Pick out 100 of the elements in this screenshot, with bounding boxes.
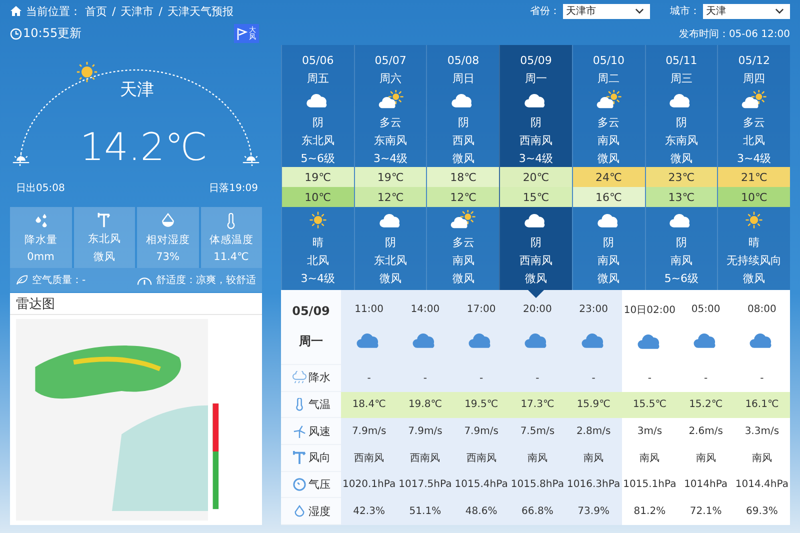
water-drop-icon <box>292 504 306 518</box>
day-date: 05/10 <box>592 52 626 68</box>
high-temperature: 24℃ <box>572 167 645 187</box>
table-cell: 19.5℃ <box>453 392 510 418</box>
low-temperature: 10℃ <box>282 187 354 207</box>
hour-time: 05:00 <box>691 304 720 315</box>
day-wind-direction: 北风 <box>742 132 766 148</box>
table-cell: 42.3% <box>341 498 398 525</box>
day-column[interactable]: 05/10 周二 多云 南风 微风 24℃ 16℃ 阴 南风 微风 <box>572 45 645 290</box>
table-cell-text: - <box>703 372 709 386</box>
night-wind-level: 微风 <box>742 270 766 286</box>
day-weather: 多云 <box>742 114 766 130</box>
night-wind-level: 3~4级 <box>300 270 336 286</box>
gauge-icon <box>292 478 306 491</box>
dropdown-field[interactable]: 天津 <box>703 4 790 18</box>
low-temperature: 10℃ <box>718 187 790 207</box>
breadcrumb-link[interactable]: 天津天气预报 <box>167 4 234 18</box>
night-wind-direction: 北风 <box>306 252 330 268</box>
day-column[interactable]: 05/06 周五 阴 东北风 5~6级 19℃ 10℃ 晴 北风 3~4级 <box>281 45 354 290</box>
sunrise-icon <box>12 153 30 165</box>
droplets-icon <box>32 212 49 228</box>
table-cell-text: 南风 <box>750 452 773 466</box>
table-cell: 15.2℃ <box>678 392 734 418</box>
high-temperature: 21℃ <box>718 167 790 187</box>
night-weather: 阴 <box>674 234 688 250</box>
stat-label: 东北风 <box>88 232 121 246</box>
table-cell: 19.8℃ <box>397 392 454 418</box>
night-wind-level: 微风 <box>378 270 403 286</box>
stat-label: 体感温度 <box>209 232 254 246</box>
day-column[interactable]: 05/07 周六 多云 东南风 3~4级 19℃ 12℃ 阴 东北风 微风 <box>354 45 426 290</box>
stat-label: 相对湿度 <box>146 232 190 246</box>
table-cell: - <box>341 365 398 392</box>
night-wind-direction: 东北风 <box>373 252 408 268</box>
high-temperature: 23℃ <box>646 167 718 187</box>
table-cell-text: - <box>759 372 765 386</box>
night-wind-direction: 无持续风向 <box>726 252 783 268</box>
clock-icon <box>10 28 22 40</box>
table-cell: 7.5m/s <box>509 418 566 445</box>
day-date: 05/07 <box>374 52 408 68</box>
table-cell: 7.9m/s <box>341 418 398 445</box>
table-cell: 1015.4hPa <box>453 472 510 498</box>
night-weather: 多云 <box>451 234 476 250</box>
table-cell: 7.9m/s <box>453 418 510 445</box>
caret-icon <box>635 8 644 14</box>
row-label: 湿度 <box>308 504 330 519</box>
row-label: 气压 <box>308 476 330 492</box>
day-weather: 多云 <box>596 114 621 130</box>
day-wind-direction: 东南风 <box>664 132 699 148</box>
home-icon <box>10 5 22 17</box>
wind-vane-icon <box>292 451 306 464</box>
breadcrumb-link[interactable]: 首页 <box>85 4 107 18</box>
row-label: 降水 <box>308 370 330 386</box>
low-temperature: 12℃ <box>427 187 500 207</box>
table-cell-text: 1015.1hPa <box>622 478 678 492</box>
breadcrumb-separator: / <box>158 4 162 18</box>
current-temperature: 14.2℃ <box>80 125 208 169</box>
day-column[interactable]: 05/09 周一 阴 西南风 3~4级 20℃ 15℃ 阴 西南风 微风 <box>499 45 572 290</box>
day-wind-level: 3~4级 <box>372 150 409 166</box>
table-cell: 17.3℃ <box>509 392 566 418</box>
table-cell-text: 南风 <box>694 452 717 466</box>
high-temperature: 18℃ <box>427 167 500 187</box>
hour-time: 14:00 <box>410 304 440 315</box>
hour-time: 23:00 <box>579 304 608 315</box>
water-drop-icon <box>160 212 176 228</box>
low-temperature: 15℃ <box>500 187 572 207</box>
day-date: 05/11 <box>664 52 698 68</box>
stat-value: 73% <box>156 250 180 262</box>
day-wind-direction: 东南风 <box>373 132 408 148</box>
day-column[interactable]: 05/12 周四 多云 北风 3~4级 21℃ 10℃ 晴 无持续风向 微风 <box>717 45 790 290</box>
flag-icon <box>236 26 248 40</box>
leaf-icon <box>16 274 28 286</box>
day-wind-direction: 西风 <box>451 132 476 148</box>
breadcrumb-link[interactable]: 天津市 <box>120 4 154 18</box>
table-cell: 18.4℃ <box>341 392 398 418</box>
table-cell-text: 3.3m/s <box>744 425 780 440</box>
day-weather: 多云 <box>378 114 403 130</box>
day-column[interactable]: 05/11 周三 阴 东南风 微风 23℃ 13℃ 阴 南风 5~6级 <box>644 45 718 290</box>
day-weekday: 周三 <box>669 70 694 86</box>
stat-value: 0mm <box>27 250 54 262</box>
night-wind-direction: 南风 <box>451 252 476 268</box>
table-cell: - <box>566 365 622 392</box>
table-cell: 15.9℃ <box>566 392 622 418</box>
sunset-icon <box>242 153 260 165</box>
day-wind-direction: 东北风 <box>300 132 336 148</box>
table-cell: 15.5℃ <box>622 392 678 418</box>
day-column[interactable]: 05/08 周日 阴 西风 微风 18℃ 12℃ 多云 南风 微风 <box>426 45 500 290</box>
row-label: 风向 <box>308 450 330 466</box>
night-weather: 晴 <box>311 234 324 250</box>
table-cell: 51.1% <box>397 498 454 525</box>
breadcrumb-label: 当前位置： <box>26 4 81 18</box>
day-wind-level: 微风 <box>669 150 694 166</box>
day-wind-level: 3~4级 <box>518 150 554 166</box>
stat-value: 微风 <box>93 250 116 264</box>
hourly-date: 05/09 <box>292 304 330 318</box>
table-cell: 1015.8hPa <box>509 472 566 498</box>
dropdown-field[interactable]: 天津市 <box>563 4 650 18</box>
hour-time: 20:00 <box>523 304 552 315</box>
table-cell: 南风 <box>509 444 566 472</box>
day-weekday: 周日 <box>451 70 476 86</box>
day-weekday: 周四 <box>742 70 766 86</box>
